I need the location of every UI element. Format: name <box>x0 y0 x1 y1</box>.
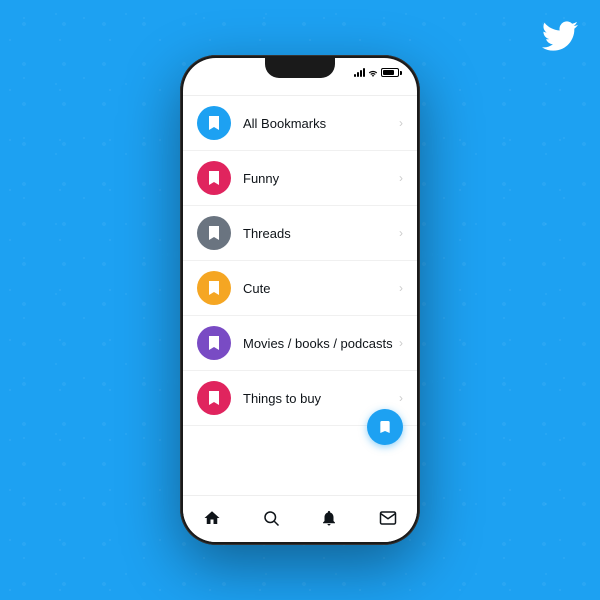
bookmark-item[interactable]: Cute › <box>183 261 417 316</box>
bookmark-item[interactable]: Funny › <box>183 151 417 206</box>
bottom-nav <box>183 495 417 542</box>
bookmark-icon-1 <box>197 161 231 195</box>
chevron-right-icon: › <box>399 336 403 350</box>
bookmarks-list: All Bookmarks › Funny › Threads › Cute › <box>183 96 417 495</box>
phone-notch <box>265 58 335 78</box>
chevron-right-icon: › <box>399 226 403 240</box>
bookmark-label: Funny <box>243 171 399 186</box>
chevron-right-icon: › <box>399 281 403 295</box>
nav-notifications[interactable] <box>311 504 347 532</box>
chevron-right-icon: › <box>399 391 403 405</box>
bookmark-icon-5 <box>197 381 231 415</box>
twitter-logo <box>542 18 578 62</box>
bookmark-label: Threads <box>243 226 399 241</box>
chevron-right-icon: › <box>399 171 403 185</box>
bookmark-item[interactable]: Threads › <box>183 206 417 261</box>
status-icons <box>354 68 399 77</box>
nav-search[interactable] <box>253 504 289 532</box>
bookmark-icon-2 <box>197 216 231 250</box>
bookmark-label: All Bookmarks <box>243 116 399 131</box>
bookmark-item[interactable]: Movies / books / podcasts › <box>183 316 417 371</box>
bookmark-label: Things to buy <box>243 391 399 406</box>
add-bookmark-fab[interactable] <box>367 409 403 445</box>
page-header <box>183 81 417 96</box>
wifi-icon <box>368 69 378 77</box>
chevron-right-icon: › <box>399 116 403 130</box>
bookmark-label: Movies / books / podcasts <box>243 336 399 351</box>
bookmark-icon-3 <box>197 271 231 305</box>
nav-messages[interactable] <box>370 504 406 532</box>
nav-home[interactable] <box>194 504 230 532</box>
bookmark-item[interactable]: All Bookmarks › <box>183 96 417 151</box>
phone-frame: All Bookmarks › Funny › Threads › Cute › <box>180 55 420 545</box>
bookmark-label: Cute <box>243 281 399 296</box>
bookmark-icon-0 <box>197 106 231 140</box>
signal-icon <box>354 68 365 77</box>
battery-icon <box>381 68 399 77</box>
phone-screen: All Bookmarks › Funny › Threads › Cute › <box>183 58 417 542</box>
bookmark-icon-4 <box>197 326 231 360</box>
